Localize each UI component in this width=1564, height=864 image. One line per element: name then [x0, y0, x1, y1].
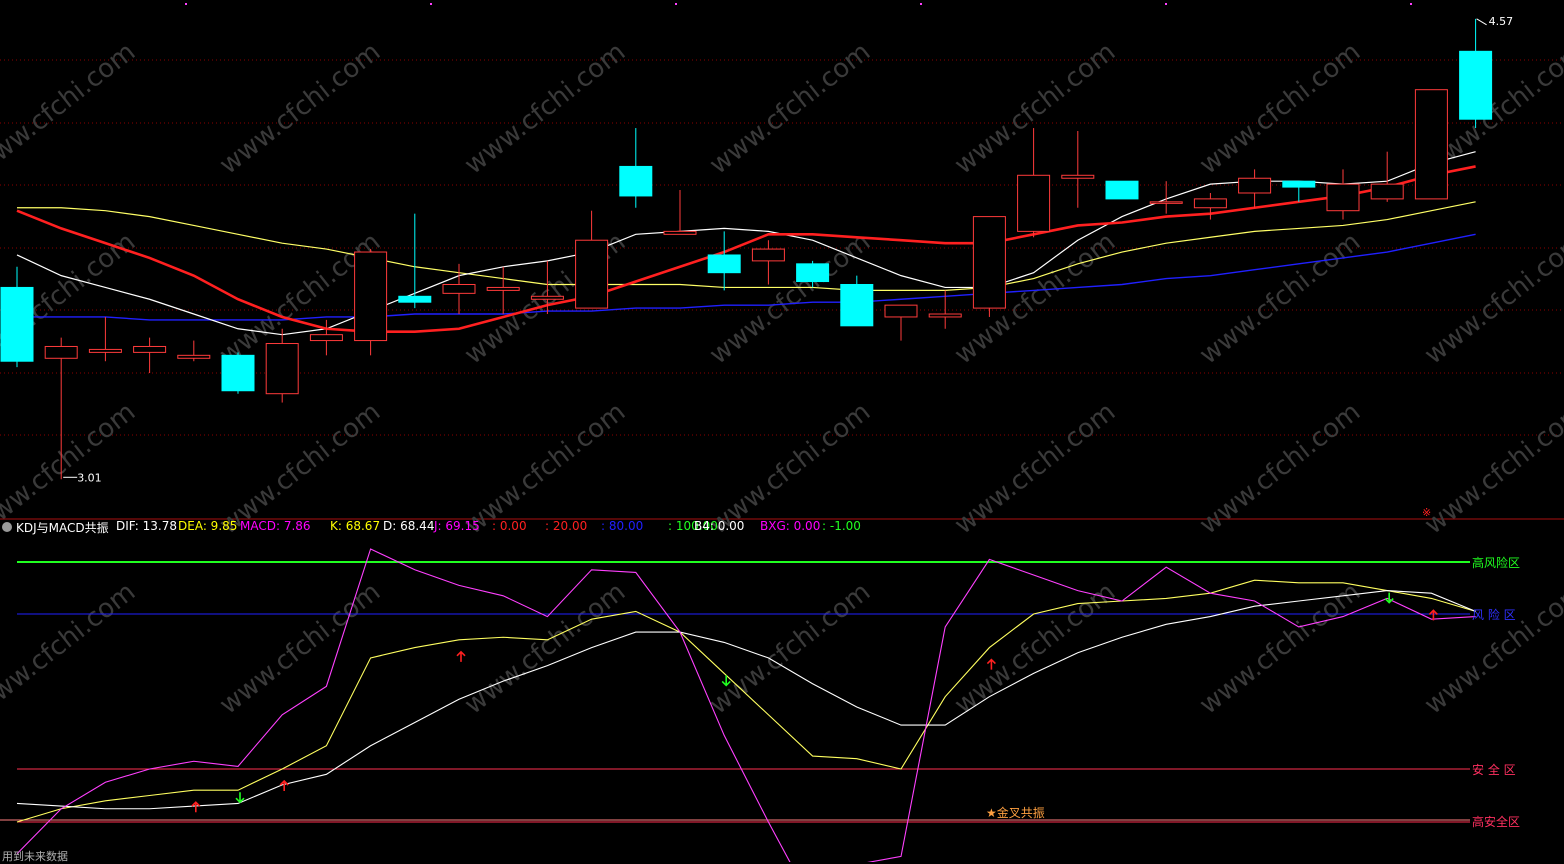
watermark-1: www.cfchi.com: [214, 37, 386, 181]
zone-label-high-risk: 高风险区: [1472, 556, 1521, 570]
candle-body-16: [707, 254, 741, 274]
high-arrow: [1476, 18, 1487, 26]
indicator-value-2: MACD: 7.86: [240, 519, 311, 533]
top-tick-1: [430, 3, 432, 5]
candle-body-10: [442, 283, 476, 294]
candle-body-3: [133, 345, 167, 353]
candle-body-0: [0, 286, 34, 362]
indicator-value-11: BXG: 0.00: [760, 519, 821, 533]
candle-body-19: [840, 283, 874, 327]
indicator-value-12: : -1.00: [822, 519, 861, 533]
candle-body-32: [1414, 89, 1448, 200]
candle-body-28: [1238, 177, 1272, 194]
watermark-5: www.cfchi.com: [1194, 37, 1366, 181]
candle-body-33: [1459, 50, 1493, 120]
watermark-0: www.cfchi.com: [0, 37, 141, 181]
watermark-26: www.cfchi.com: [1194, 577, 1366, 721]
candle-body-11: [486, 286, 520, 291]
watermark-2: www.cfchi.com: [459, 37, 631, 181]
top-tick-0: [185, 3, 187, 5]
candle-body-26: [1149, 201, 1183, 204]
candle-body-31: [1370, 183, 1404, 200]
watermark-4: www.cfchi.com: [949, 37, 1121, 181]
candle-body-29: [1282, 180, 1316, 188]
top-tick-2: [675, 3, 677, 5]
chart-canvas: www.cfchi.com www.cfchi.com www.cfchi.com w…: [0, 3, 1564, 862]
indicator-value-1: DEA: 9.85: [178, 519, 238, 533]
candle-body-4: [177, 354, 211, 359]
candle-body-7: [309, 334, 343, 342]
candle-body-13: [575, 239, 609, 309]
gold-cross-arrow-0: [191, 801, 201, 813]
watermark-21: www.cfchi.com: [0, 577, 141, 721]
candle-body-1: [44, 345, 78, 359]
gold-cross-arrow-2: [456, 650, 466, 662]
candle-body-5: [221, 354, 255, 392]
indicator-value-6: : 0.00: [492, 519, 527, 533]
indicator-value-7: : 20.00: [545, 519, 588, 533]
candle-body-23: [1017, 174, 1051, 232]
dead-cross-arrow-0: [235, 792, 245, 804]
top-tick-4: [1165, 3, 1167, 5]
candle-body-8: [354, 251, 388, 342]
high-price-label: 4.57: [1489, 15, 1514, 28]
indicator-value-10: B4: 0.00: [694, 519, 745, 533]
top-tick-5: [1410, 3, 1412, 5]
ma-slow-line: [17, 201, 1476, 291]
indicator-value-4: D: 68.44: [383, 519, 435, 533]
indicator-value-0: DIF: 13.78: [116, 519, 177, 533]
top-tick-3: [920, 3, 922, 5]
candle-body-30: [1326, 183, 1360, 212]
indicator-menu-icon[interactable]: [2, 522, 12, 532]
watermark-3: www.cfchi.com: [704, 37, 876, 181]
candle-body-20: [884, 304, 918, 318]
candle-body-22: [972, 216, 1006, 309]
indicator-name[interactable]: KDJ与MACD共振: [16, 519, 109, 536]
indicator-value-8: : 80.00: [601, 519, 644, 533]
candle-body-18: [796, 263, 830, 283]
indicator-value-5: J: 69.15: [434, 519, 480, 533]
indicator-value-3: K: 68.67: [330, 519, 381, 533]
zone-label-risk: 风 险 区: [1472, 608, 1516, 622]
candle-body-12: [530, 295, 564, 300]
zone-label-safe: 安 全 区: [1472, 763, 1516, 777]
candle-body-27: [1193, 198, 1227, 209]
candle-body-6: [265, 343, 299, 395]
candle-body-21: [928, 313, 962, 318]
candle-body-17: [751, 248, 785, 262]
candle-body-9: [398, 295, 432, 303]
watermark-22: www.cfchi.com: [214, 577, 386, 721]
candle-body-24: [1061, 174, 1095, 179]
zone-label-high-safe: 高安全区: [1472, 815, 1521, 829]
candle-body-2: [88, 348, 122, 353]
candle-body-15: [663, 230, 697, 235]
watermark-27: www.cfchi.com: [1419, 577, 1564, 721]
watermark-23: www.cfchi.com: [459, 577, 631, 721]
gold-cross-annotation: ★金叉共振: [986, 806, 1045, 820]
limit-up-marker: ※: [1422, 506, 1431, 519]
watermark-25: www.cfchi.com: [949, 577, 1121, 721]
gold-cross-arrow-1: [279, 779, 289, 791]
candle-body-14: [619, 165, 653, 197]
watermark-24: www.cfchi.com: [704, 577, 876, 721]
low-price-label: 3.01: [77, 471, 102, 484]
candle-body-25: [1105, 180, 1139, 200]
